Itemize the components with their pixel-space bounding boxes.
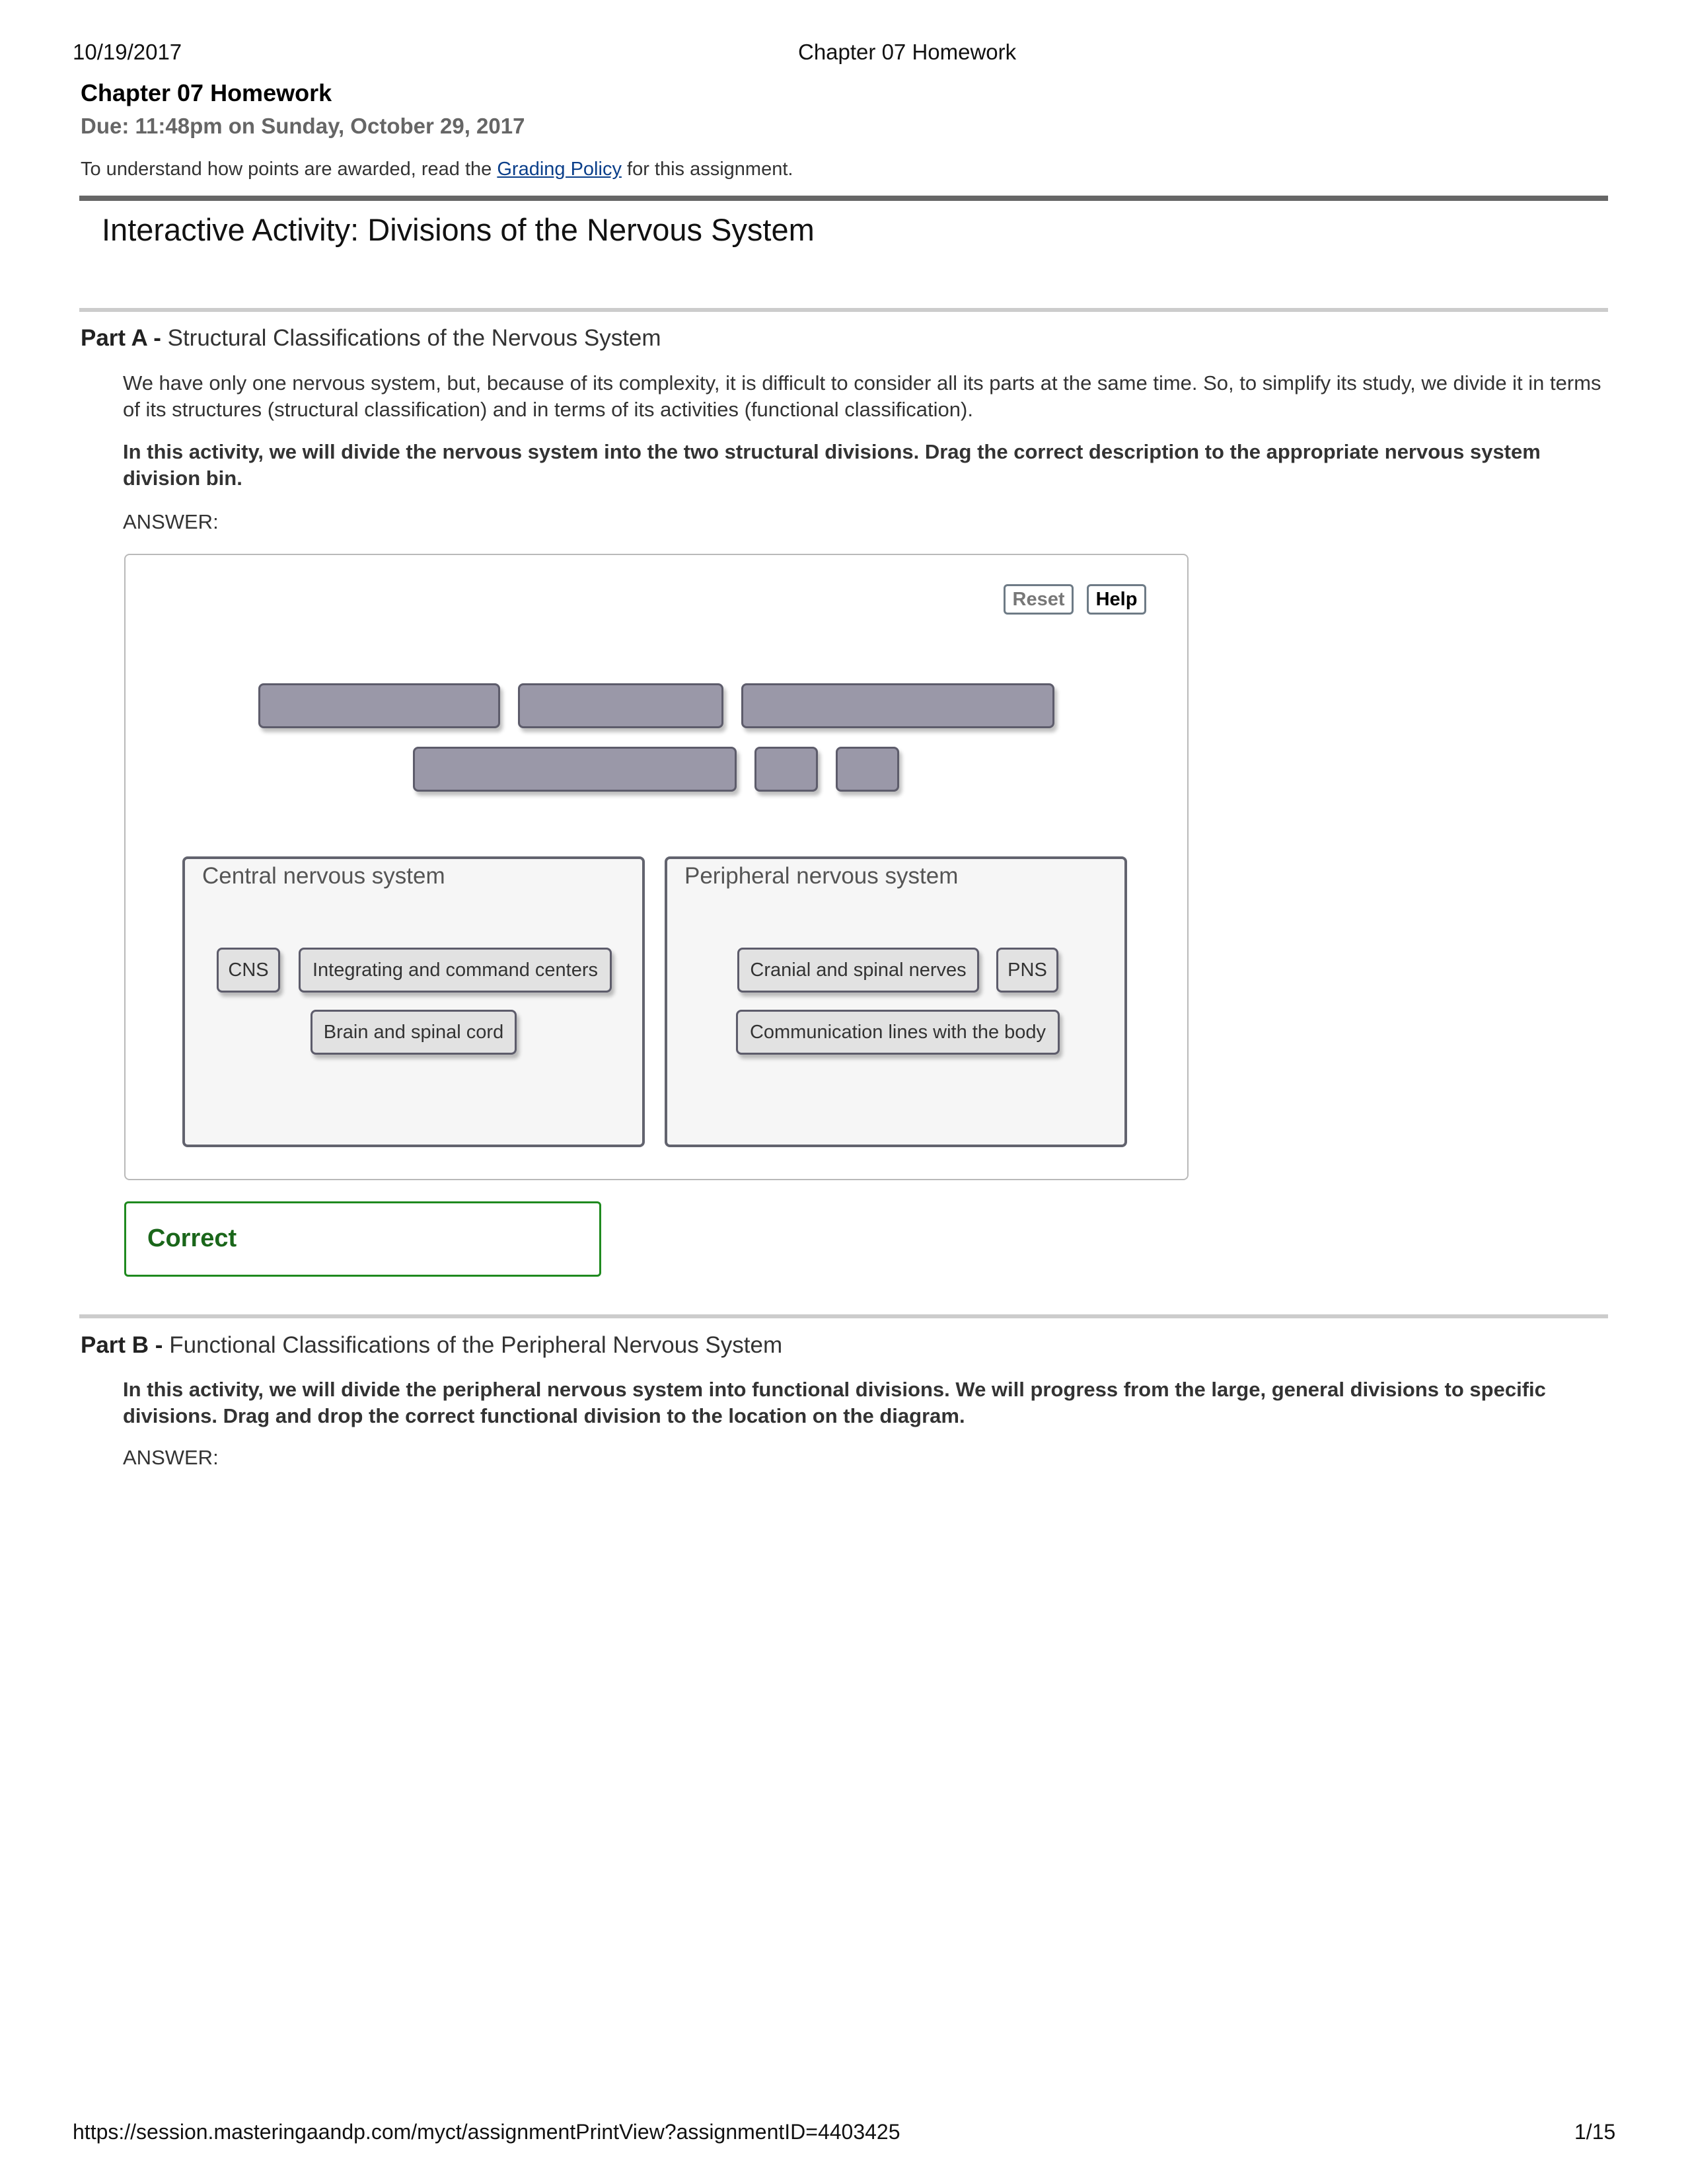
empty-label-slot <box>741 683 1054 728</box>
result-feedback: Correct <box>124 1201 601 1277</box>
print-page-number: 1/15 <box>1574 2120 1616 2144</box>
part-b-heading: Part B - Functional Classifications of t… <box>81 1332 782 1359</box>
reset-button[interactable]: Reset <box>1004 584 1074 615</box>
print-date: 10/19/2017 <box>73 40 182 64</box>
part-b-answer-label: ANSWER: <box>123 1446 219 1469</box>
bin-central-nervous-system[interactable]: Central nervous system CNS Integrating a… <box>182 856 645 1147</box>
bin-title: Peripheral nervous system <box>684 863 959 889</box>
tile-brain-spinal-cord[interactable]: Brain and spinal cord <box>311 1010 517 1055</box>
bin-title: Central nervous system <box>202 863 445 889</box>
help-button[interactable]: Help <box>1087 584 1146 615</box>
drag-drop-activity: Reset Help Central nervous system CNS In… <box>124 554 1189 1180</box>
print-header-title: Chapter 07 Homework <box>798 40 1017 64</box>
part-a-title: Structural Classifications of the Nervou… <box>167 325 661 351</box>
part-b-instruction: In this activity, we will divide the per… <box>123 1378 1546 1427</box>
empty-label-slot <box>836 747 899 792</box>
activity-title: Interactive Activity: Divisions of the N… <box>102 212 815 247</box>
bin-peripheral-nervous-system[interactable]: Peripheral nervous system Cranial and sp… <box>665 856 1127 1147</box>
empty-label-slot <box>258 683 500 728</box>
empty-label-slot <box>413 747 737 792</box>
grading-policy-link[interactable]: Grading Policy <box>497 159 622 180</box>
part-a-heading: Part A - Structural Classifications of t… <box>81 325 661 352</box>
grading-note: To understand how points are awarded, re… <box>81 159 793 180</box>
result-text: Correct <box>147 1224 237 1252</box>
header-divider <box>79 196 1608 201</box>
tile-cns[interactable]: CNS <box>217 948 280 993</box>
print-footer-url: https://session.masteringaandp.com/myct/… <box>73 2120 900 2144</box>
tile-integrating-command-centers[interactable]: Integrating and command centers <box>299 948 612 993</box>
part-b-title: Functional Classifications of the Periph… <box>169 1332 783 1358</box>
empty-label-slot <box>754 747 818 792</box>
assignment-title: Chapter 07 Homework <box>81 79 332 106</box>
grading-prefix: To understand how points are awarded, re… <box>81 159 497 180</box>
tile-communication-lines[interactable]: Communication lines with the body <box>736 1010 1060 1055</box>
empty-label-slot <box>518 683 723 728</box>
tile-pns[interactable]: PNS <box>996 948 1058 993</box>
part-b-label: Part B - <box>81 1332 170 1358</box>
section-divider <box>79 308 1608 312</box>
section-divider <box>79 1314 1608 1318</box>
part-a-label: Part A - <box>81 325 168 351</box>
tile-cranial-spinal-nerves[interactable]: Cranial and spinal nerves <box>737 948 979 993</box>
grading-suffix: for this assignment. <box>621 159 793 180</box>
due-date: Due: 11:48pm on Sunday, October 29, 2017 <box>81 114 525 138</box>
part-a-instruction: In this activity, we will divide the ner… <box>123 440 1541 490</box>
part-a-intro: We have only one nervous system, but, be… <box>123 371 1601 421</box>
part-a-answer-label: ANSWER: <box>123 510 219 533</box>
